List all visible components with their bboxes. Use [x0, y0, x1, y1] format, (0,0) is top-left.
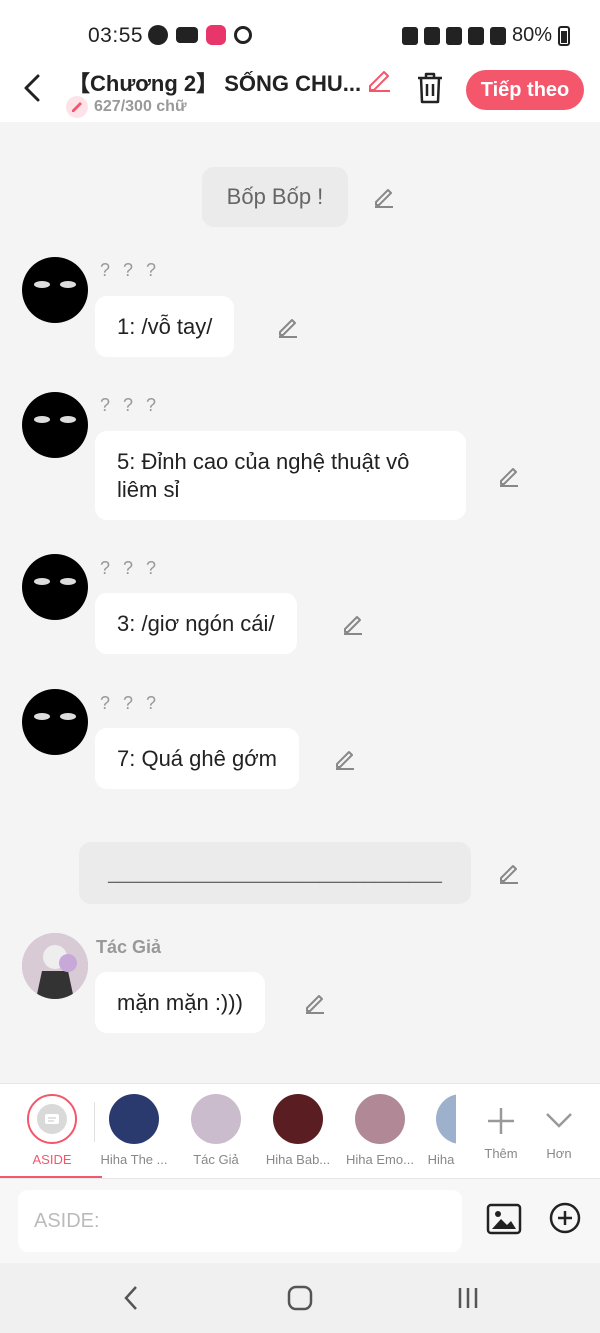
nav-recents-icon[interactable] [448, 1283, 488, 1313]
character-item[interactable]: Hiha Bab... [262, 1094, 334, 1167]
narration-bubble[interactable]: ______________________________ [79, 842, 471, 904]
avatar-eye [34, 578, 50, 585]
pencil-icon [66, 96, 88, 118]
message-input[interactable] [18, 1190, 462, 1252]
avatar-eye [34, 713, 50, 720]
character-name: ? ? ? [100, 693, 161, 713]
character-label: Hiha The ... [100, 1152, 168, 1167]
lock-icon [401, 26, 418, 45]
avatar-eye [60, 578, 76, 585]
chevron-down-icon [546, 1113, 572, 1128]
avatar-eye [34, 416, 50, 423]
add-circle-icon[interactable] [548, 1201, 582, 1235]
edit-message-icon[interactable] [497, 861, 521, 885]
notification-icons [148, 25, 252, 45]
message-bubble[interactable]: 3: /giơ ngón cái/ [95, 593, 297, 654]
character-avatar [436, 1094, 456, 1144]
character-avatar [355, 1094, 405, 1144]
avatar-eye [60, 713, 76, 720]
edit-message-icon[interactable] [372, 185, 396, 209]
system-nav-bar [0, 1263, 600, 1333]
character-item[interactable]: Tác Giả [184, 1094, 248, 1167]
character-label: Hiha Emo... [346, 1152, 414, 1167]
author-avatar-image [22, 933, 88, 999]
character-avatar [191, 1094, 241, 1144]
avatar[interactable] [22, 257, 88, 323]
character-avatar [273, 1094, 323, 1144]
avatar-eye [60, 416, 76, 423]
character-avatar [109, 1094, 159, 1144]
avatar-eye [34, 281, 50, 288]
messenger-icon [148, 25, 168, 45]
trash-icon[interactable] [414, 70, 446, 106]
word-count: 627/300 chữ [66, 96, 187, 118]
aside-avatar [27, 1094, 77, 1144]
word-count-text: 627/300 chữ [94, 98, 187, 115]
add-character-button[interactable]: Thêm [476, 1094, 526, 1161]
chapter-title[interactable]: 【Chương 2】 SỐNG CHU... [68, 66, 361, 98]
edit-message-icon[interactable] [276, 315, 300, 339]
character-label: ASIDE [32, 1152, 72, 1167]
app-notification-icon [206, 25, 226, 45]
battery-icon [558, 25, 570, 46]
input-bar [0, 1178, 600, 1263]
avatar-eye [60, 281, 76, 288]
character-name: Tác Giả [96, 937, 162, 957]
character-name: ? ? ? [100, 558, 161, 578]
avatar[interactable] [22, 392, 88, 458]
settings-icon [234, 26, 252, 44]
narration-bubble[interactable]: Bốp Bốp ! [202, 167, 348, 227]
character-name: ? ? ? [100, 260, 161, 280]
alarm-icon [423, 26, 440, 45]
youtube-icon [176, 27, 198, 43]
mute-icon [445, 26, 462, 45]
chapter-header: 【Chương 2】 SỐNG CHU... 627/300 chữ Tiếp … [0, 58, 600, 122]
wifi-icon [467, 26, 484, 45]
edit-message-icon[interactable] [303, 991, 327, 1015]
character-picker: ASIDE Hiha The ... Tác Giả Hiha Bab... H… [0, 1083, 600, 1178]
edit-title-icon[interactable] [366, 66, 392, 92]
character-item[interactable]: Hiha The ... [98, 1094, 170, 1167]
author-avatar[interactable] [22, 933, 88, 999]
avatar[interactable] [22, 554, 88, 620]
message-bubble[interactable]: mặn mặn :))) [95, 972, 265, 1033]
character-name: ? ? ? [100, 395, 161, 415]
signal-icon [489, 26, 506, 45]
character-label: Hiha [427, 1152, 455, 1167]
edit-message-icon[interactable] [333, 747, 357, 771]
edit-message-icon[interactable] [341, 612, 365, 636]
character-item[interactable]: Hiha [426, 1094, 456, 1167]
more-button[interactable]: Hơn [536, 1094, 582, 1161]
character-label: Hiha Bab... [265, 1152, 331, 1167]
back-icon[interactable] [18, 70, 48, 106]
avatar[interactable] [22, 689, 88, 755]
divider [94, 1102, 95, 1142]
message-bubble[interactable]: 1: /vỗ tay/ [95, 296, 235, 357]
more-label: Hơn [546, 1146, 572, 1161]
message-bubble[interactable]: 7: Quá ghê gớm [95, 728, 299, 789]
chat-bubble-icon [37, 1104, 67, 1134]
edit-message-icon[interactable] [497, 464, 521, 488]
system-status-icons: 80% [401, 24, 570, 47]
character-label: Tác Giả [193, 1152, 239, 1167]
image-icon[interactable] [486, 1201, 522, 1237]
nav-back-icon[interactable] [112, 1283, 152, 1313]
add-label: Thêm [484, 1146, 518, 1161]
next-button[interactable]: Tiếp theo [466, 70, 584, 110]
character-aside[interactable]: ASIDE [22, 1094, 82, 1167]
message-bubble[interactable]: 5: Đỉnh cao của nghệ thuật vô liêm sỉ [95, 431, 466, 520]
character-item[interactable]: Hiha Emo... [344, 1094, 416, 1167]
battery-percent: 80% [511, 24, 552, 46]
nav-home-icon[interactable] [280, 1283, 320, 1313]
plus-icon [488, 1108, 514, 1134]
status-time: 03:55 [88, 24, 144, 47]
chat-area: Bốp Bốp ! ? ? ? 1: /vỗ tay/ ? ? ? 5: Đỉn… [0, 122, 600, 1082]
